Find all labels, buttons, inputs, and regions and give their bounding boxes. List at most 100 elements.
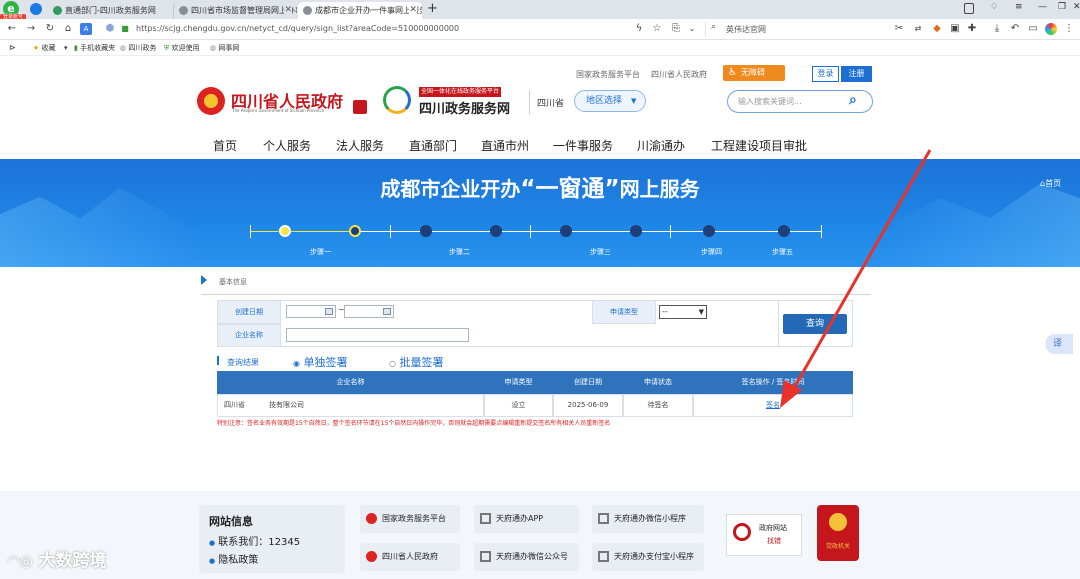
more-icon[interactable]: ⋮ — [1063, 23, 1075, 35]
extension-a-icon[interactable]: A — [80, 23, 92, 35]
url-field[interactable]: https://scjg.chengdu.gov.cn/netyct_cd/qu… — [136, 24, 459, 33]
company-name-input[interactable] — [286, 328, 469, 342]
single-sign-radio[interactable]: ◉ 单独签署 — [293, 354, 347, 370]
close-icon[interactable]: ✕ — [409, 2, 417, 19]
nav-cities[interactable]: 直通市州 — [481, 137, 529, 154]
close-window-icon[interactable]: ✕ — [1073, 2, 1080, 12]
status-cell: 待签名 — [623, 394, 693, 417]
arrow-shaft — [788, 149, 932, 396]
minimize-icon[interactable]: — — [1038, 2, 1047, 12]
contact-link[interactable]: ● 联系我们：12345 — [209, 533, 300, 548]
chevron-down-icon[interactable]: ⌄ — [686, 23, 698, 35]
nav-departments[interactable]: 直通部门 — [409, 137, 457, 154]
login-button[interactable]: 登录 — [812, 66, 839, 82]
refresh-icon[interactable]: ↻ — [44, 23, 56, 35]
step-dot — [560, 225, 572, 237]
translate-icon[interactable]: ⇄ — [912, 23, 924, 35]
nav-legal[interactable]: 法人服务 — [336, 137, 384, 154]
nav-personal[interactable]: 个人服务 — [263, 137, 311, 154]
footer-link-wechat-mini[interactable]: 天府通办微信小程序 — [592, 505, 704, 533]
undo-icon[interactable]: ↶ — [1009, 23, 1021, 35]
new-tab-button[interactable]: + — [427, 1, 438, 16]
date-start-input[interactable] — [286, 305, 336, 318]
bookmark-item[interactable]: ⛨ 欢迎使用 — [164, 40, 199, 56]
footer-link-wechat-oa[interactable]: 天府通办微信公众号 — [474, 543, 579, 571]
close-icon[interactable]: ✕ — [284, 2, 292, 19]
single-sign-label: 单独签署 — [303, 356, 348, 369]
flash-icon[interactable]: ϟ — [633, 23, 645, 35]
tab-2[interactable]: 四川省市场监督管理局网上办事 ✕ — [173, 2, 297, 19]
tab-3-active[interactable]: 成都市企业开办一件事网上服务 ✕ — [298, 2, 422, 19]
calendar-icon[interactable] — [383, 308, 391, 315]
gov-site-label: 政府网站 — [759, 524, 787, 532]
sidebar-toggle-icon[interactable] — [964, 3, 974, 14]
footer-link-province[interactable]: 四川省人民政府 — [360, 543, 460, 571]
download-icon[interactable]: ⤓ — [991, 23, 1003, 35]
color-wheel-icon[interactable] — [1045, 23, 1057, 35]
calendar-icon[interactable] — [325, 308, 333, 315]
bookmark-favorites[interactable]: ★ 收藏 — [33, 40, 56, 56]
step-dot-active — [349, 225, 361, 237]
chevron-down-icon[interactable]: ▾ — [64, 40, 68, 56]
site-search-box[interactable]: 输入搜索关键词... ⌕ — [727, 90, 873, 113]
bookmark-item[interactable]: ▮ 手机收藏夹 — [74, 40, 115, 56]
note-icon[interactable]: ▭ — [1027, 23, 1039, 35]
bookmark-label: 收藏 — [41, 44, 56, 52]
footer-link-alipay[interactable]: 天府通办支付宝小程序 — [592, 543, 704, 571]
type-cell: 设立 — [484, 394, 553, 417]
puzzle-icon[interactable]: ✚ — [966, 23, 978, 35]
nav-chuanyu[interactable]: 川渝通办 — [637, 137, 685, 154]
restore-icon[interactable]: ❐ — [1058, 2, 1066, 12]
top-link[interactable]: 四川省人民政府 — [651, 69, 707, 80]
shield-icon[interactable]: ⬢ — [104, 23, 116, 35]
bookmark-label: 手机收藏夹 — [80, 44, 116, 52]
portal-name[interactable]: 四川政务服务网 — [419, 98, 510, 117]
nav-home[interactable]: 首页 — [213, 137, 237, 154]
back-icon[interactable]: ← — [6, 23, 18, 35]
region-select-button[interactable]: 地区选择 ▼ — [574, 90, 646, 112]
bookmark-item[interactable]: ◍ 网事网 — [210, 40, 239, 56]
screen-icon[interactable]: ▣ — [949, 23, 961, 35]
tab-1[interactable]: 直通部门-四川政务服务网 — [48, 2, 172, 19]
cut-icon[interactable]: ✂ — [893, 23, 905, 35]
bullet-icon: ● — [209, 539, 216, 547]
translate-label: 译 — [1053, 339, 1063, 349]
gov-site-error-badge[interactable]: 政府网站 找错 — [726, 514, 802, 556]
skin-icon[interactable]: ♢ — [990, 2, 998, 12]
site-search-input[interactable]: 输入搜索关键词... — [738, 96, 802, 107]
type-select[interactable]: -- ▼ — [659, 305, 707, 319]
arrow-head — [780, 380, 802, 408]
register-button[interactable]: 注册 — [841, 66, 872, 82]
bookmarks-toggle-icon[interactable]: ⊳ — [9, 40, 16, 56]
qr-code-icon — [480, 551, 491, 562]
forward-icon[interactable]: → — [25, 23, 37, 35]
party-org-badge[interactable]: 党政机关 — [817, 505, 859, 561]
footer-link-national[interactable]: 国家政务服务平台 — [360, 505, 460, 533]
tab-menu-icon[interactable] — [30, 3, 42, 15]
star-icon[interactable]: ☆ — [651, 23, 663, 35]
game-icon[interactable]: ◆ — [931, 23, 943, 35]
banner-title-quote: “一窗通” — [520, 176, 620, 202]
browser-search-input[interactable]: 英伟达官网 — [726, 24, 766, 35]
address-toolbar: ← → ↻ ⌂ A ⬢ ■ https://scjg.chengdu.gov.c… — [0, 19, 1080, 40]
bookmark-item[interactable]: ◍ 四川政务 — [120, 40, 156, 56]
browser-search-box[interactable]: ⌕ 英伟达官网 — [705, 22, 883, 37]
translate-button[interactable]: 译 — [1045, 334, 1073, 354]
search-icon[interactable]: ⌕ — [849, 92, 857, 108]
nav-one-thing[interactable]: 一件事服务 — [553, 137, 613, 154]
home-icon[interactable]: ⌂ — [62, 23, 74, 35]
party-badge-label: 党政机关 — [825, 543, 850, 550]
browser-tab-bar: e 登录账号 直通部门-四川政务服务网 四川省市场监督管理局网上办事 ✕ 成都市… — [0, 0, 1080, 21]
accessibility-icon: ♿ — [728, 67, 737, 78]
footer-link-app[interactable]: 天府通办APP — [474, 505, 579, 533]
menu-icon[interactable]: ≡ — [1015, 2, 1023, 12]
date-end-input[interactable] — [344, 305, 394, 318]
accessibility-button[interactable]: ♿ 无障碍 — [723, 65, 785, 81]
share-icon[interactable]: ⎘ — [670, 23, 682, 35]
banner-home-link[interactable]: ⌂首页 — [1040, 178, 1061, 189]
divider — [529, 90, 530, 114]
batch-sign-radio[interactable]: ○ 批量签署 — [389, 354, 443, 370]
top-link[interactable]: 国家政务服务平台 — [576, 69, 640, 80]
privacy-link[interactable]: ● 隐私政策 — [209, 551, 258, 566]
type-value: 设立 — [511, 401, 526, 409]
